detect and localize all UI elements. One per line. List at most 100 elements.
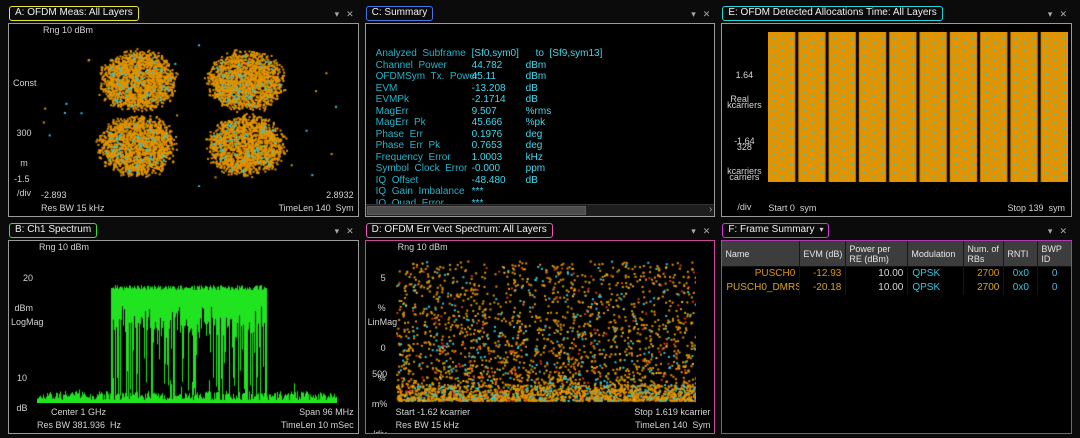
allocations-plot[interactable] (768, 32, 1068, 182)
summary-row: MagErr Pk45.666%pk (376, 117, 711, 129)
close-icon[interactable]: ✕ (1059, 224, 1067, 238)
summary-value: 9.507 (472, 106, 522, 117)
app-root: A: OFDM Meas: All Layers ▾ ✕ Rng 10 dBm … (0, 0, 1080, 438)
summary-unit: ppm (526, 163, 545, 174)
scale-value: 10 (9, 373, 35, 383)
close-icon[interactable]: ✕ (703, 224, 711, 238)
menu-icon[interactable]: ▾ (691, 7, 696, 21)
y-min-unit: % (366, 373, 386, 383)
summary-value: *** (472, 186, 522, 197)
scale-div: /div (366, 429, 394, 434)
summary-unit: kHz (526, 152, 543, 163)
panel-a-title[interactable]: A: OFDM Meas: All Layers (9, 6, 139, 21)
panel-c-window-controls: ▾ ✕ (691, 7, 710, 21)
summary-unit: %pk (526, 117, 545, 128)
summary-row: IQ Offset-48.480 dB (376, 175, 711, 187)
summary-label: OFDMSym Tx. Power (376, 71, 472, 82)
panel-detected-allocations: E: OFDM Detected Allocations Time: All L… (721, 5, 1072, 217)
x-axis-stop-label: Stop 1.619 kcarrier (634, 407, 710, 417)
trace-format-label: Real (730, 94, 749, 104)
y-axis-min-label: -1.5 (14, 174, 30, 184)
summary-value: -48.480 (472, 175, 522, 186)
summary-label: IQ Gain Imbalance (376, 186, 472, 197)
x-axis-span-label: Span 96 MHz (299, 407, 354, 417)
panel-e-titlebar: E: OFDM Detected Allocations Time: All L… (721, 5, 1072, 23)
x-axis-min-label: -2.893 (41, 190, 67, 200)
panel-e-window-controls: ▾ ✕ (1048, 7, 1067, 21)
summary-value: -13.208 (472, 83, 522, 94)
scale-div: /div (722, 202, 766, 212)
column-header: Num. of RBs (964, 241, 1004, 266)
close-icon[interactable]: ✕ (346, 7, 354, 21)
summary-value: 44.782 (472, 60, 522, 71)
summary-row: MagErr9.507 %rms (376, 106, 711, 118)
panel-d-title[interactable]: D: OFDM Err Vect Spectrum: All Layers (366, 223, 553, 238)
summary-value: 0.1976 (472, 129, 522, 140)
error-vector-spectrum-plot[interactable] (396, 253, 696, 403)
range-label: Rng 10 dBm (398, 242, 448, 252)
menu-icon[interactable]: ▾ (1048, 7, 1053, 21)
panel-d-titlebar: D: OFDM Err Vect Spectrum: All Layers ▾ … (365, 222, 716, 240)
panel-d-plot-area: Rng 10 dBm 5 % LinMag 500 m% /div 0 % St… (365, 240, 716, 434)
panel-d-window-controls: ▾ ✕ (691, 224, 710, 238)
table-header-row: NameEVM (dB)Power per RE (dBm)Modulation… (722, 241, 1071, 267)
dropdown-icon[interactable]: ▾ (819, 225, 823, 234)
summary-label: MagErr Pk (376, 117, 472, 128)
y-max-unit: dBm (9, 303, 33, 313)
summary-row: IQ Gain Imbalance*** (376, 186, 711, 198)
summary-value: -2.1714 (472, 94, 522, 105)
close-icon[interactable]: ✕ (1059, 7, 1067, 21)
menu-icon[interactable]: ▾ (335, 7, 340, 21)
menu-icon[interactable]: ▾ (1048, 224, 1053, 238)
close-icon[interactable]: ✕ (703, 7, 711, 21)
table-cell: 10.00 (846, 281, 908, 295)
table-cell: -20.18 (800, 281, 846, 295)
table-row[interactable]: PUSCH0-12.9310.00QPSK27000x00 (722, 267, 1071, 281)
panel-c-title[interactable]: C: Summary (366, 6, 434, 21)
table-row[interactable]: PUSCH0_DMRS-20.1810.00QPSK27000x00 (722, 281, 1071, 295)
panel-f-title[interactable]: F: Frame Summary▾ (722, 223, 829, 238)
table-cell: 0x0 (1004, 281, 1038, 295)
summary-unit: %rms (526, 106, 552, 117)
y-max-value: 1.64 (722, 70, 766, 80)
range-label: Rng 10 dBm (39, 242, 89, 252)
panel-c-text-area: Analyzed Subframe[Sf0,sym0]to [Sf9,sym13… (365, 23, 716, 217)
column-header: Modulation (908, 241, 964, 266)
table-cell: -12.93 (800, 267, 846, 281)
summary-label: IQ Offset (376, 175, 472, 186)
column-header: RNTI (1004, 241, 1038, 266)
summary-unit: dB (526, 175, 538, 186)
scrollbar-thumb[interactable] (367, 206, 587, 215)
panel-b-title[interactable]: B: Ch1 Spectrum (9, 223, 97, 238)
table-body: PUSCH0-12.9310.00QPSK27000x00PUSCH0_DMRS… (722, 267, 1071, 295)
scale-unit: dB (9, 403, 35, 413)
table-cell: QPSK (908, 267, 964, 281)
res-bw-label: Res BW 15 kHz (41, 203, 105, 213)
close-icon[interactable]: ✕ (346, 224, 354, 238)
summary-row: EVMPk-2.1714dB (376, 94, 711, 106)
column-header: EVM (dB) (800, 241, 846, 266)
summary-unit: to [Sf9,sym13] (536, 48, 603, 59)
y-min-value: -1.64 (722, 136, 766, 146)
scale-per-div-label: 10 dB /div (9, 353, 35, 434)
panel-frame-summary: F: Frame Summary▾ ▾ ✕ NameEVM (dB)Power … (721, 222, 1072, 434)
panel-f-table-area: NameEVM (dB)Power per RE (dBm)Modulation… (721, 240, 1072, 434)
panel-e-title[interactable]: E: OFDM Detected Allocations Time: All L… (722, 6, 942, 21)
summary-value: 1.0003 (472, 152, 522, 163)
summary-label: Symbol Clock Error (376, 163, 472, 174)
menu-icon[interactable]: ▾ (335, 224, 340, 238)
summary-value: -0.000 (472, 163, 522, 174)
table-cell: 10.00 (846, 267, 908, 281)
summary-label: MagErr (376, 106, 472, 117)
table-cell: 0x0 (1004, 267, 1038, 281)
constellation-plot[interactable] (41, 37, 341, 187)
summary-row: Analyzed Subframe[Sf0,sym0]to [Sf9,sym13… (376, 48, 711, 60)
menu-icon[interactable]: ▾ (691, 224, 696, 238)
frame-summary-table: NameEVM (dB)Power per RE (dBm)Modulation… (722, 241, 1071, 295)
panel-c-titlebar: C: Summary ▾ ✕ (365, 5, 716, 23)
scroll-right-icon[interactable]: › (709, 205, 712, 215)
horizontal-scrollbar[interactable]: › (366, 204, 715, 216)
spectrum-plot[interactable] (37, 253, 337, 403)
y-max-value: 20 (9, 273, 33, 283)
panel-b-window-controls: ▾ ✕ (335, 224, 354, 238)
